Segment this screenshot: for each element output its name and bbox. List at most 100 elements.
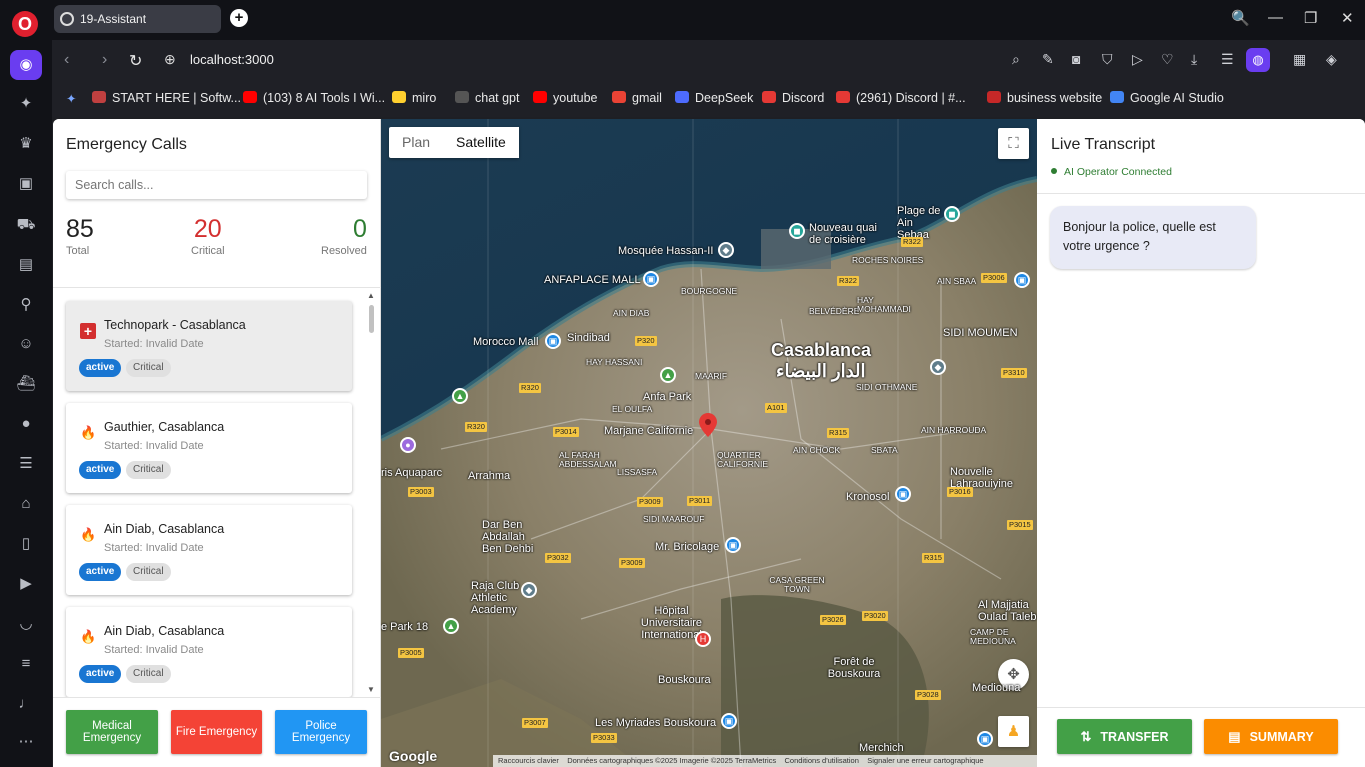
bookmark-item[interactable]: miro <box>392 91 436 105</box>
shopping-pin-icon[interactable]: ▣ <box>1014 272 1030 288</box>
bookmark-item[interactable]: chat gpt <box>455 91 519 105</box>
people-icon[interactable]: ☺ <box>10 329 42 359</box>
bowl-icon[interactable]: ◡ <box>10 609 42 639</box>
cube-icon[interactable]: ◈ <box>1326 51 1337 68</box>
pegman-icon[interactable]: ♟ <box>998 716 1029 747</box>
search-tabs-icon[interactable]: 🔍 <box>1231 9 1250 27</box>
bag-icon[interactable]: ▣ <box>10 169 42 199</box>
sparkle-icon[interactable]: ✦ <box>66 91 76 106</box>
list-icon[interactable]: ≡ <box>10 649 42 679</box>
file-icon[interactable]: ▯ <box>10 529 42 559</box>
site-info-icon[interactable]: ⊕ <box>164 51 176 68</box>
fire-emergency-button[interactable]: Fire Emergency <box>171 710 262 754</box>
report-error-link[interactable]: Signaler une erreur cartographique <box>867 756 983 765</box>
park-pin-icon[interactable]: ▲ <box>660 367 676 383</box>
police-emergency-button[interactable]: Police Emergency <box>275 710 367 754</box>
road-shield: R320 <box>465 422 487 432</box>
attraction-pin-icon[interactable]: ● <box>400 437 416 453</box>
landmark-pin-icon[interactable]: ◆ <box>930 359 946 375</box>
keyboard-shortcuts-link[interactable]: Raccourcis clavier <box>498 756 559 765</box>
incident-marker-icon[interactable] <box>699 413 717 437</box>
sport-pin-icon[interactable]: ◆ <box>521 582 537 598</box>
bookmark-item[interactable]: (2961) Discord | #... <box>836 91 966 105</box>
satellite-tab[interactable]: Satellite <box>443 127 519 158</box>
bookmark-item[interactable]: business website <box>987 91 1102 105</box>
browser-tab[interactable]: 19-Assistant <box>54 5 221 33</box>
shopping-pin-icon[interactable]: ▣ <box>721 713 737 729</box>
shopping-pin-icon[interactable]: ▣ <box>977 731 993 747</box>
mic-icon[interactable]: ♩ <box>10 689 42 719</box>
plan-tab[interactable]: Plan <box>389 127 443 158</box>
shield-icon[interactable]: ⛉ <box>1102 51 1113 68</box>
new-tab-button[interactable]: + <box>230 9 248 27</box>
call-card[interactable]: 🔥 Ain Diab, Casablanca Started: Invalid … <box>66 607 352 697</box>
bookmark-item[interactable]: DeepSeek <box>675 91 753 105</box>
shopping-pin-icon[interactable]: ▣ <box>725 537 741 553</box>
hospital-pin-icon[interactable]: H <box>695 631 711 647</box>
document-icon[interactable]: ☰ <box>10 449 42 479</box>
map-label-ain-chock: AIN CHOCK <box>793 445 841 455</box>
aria-icon[interactable]: ◉ <box>10 50 42 80</box>
shopping-pin-icon[interactable]: ▣ <box>895 486 911 502</box>
crown-icon[interactable]: ♛ <box>10 129 42 159</box>
extension-k-icon[interactable]: ▦ <box>1293 51 1306 68</box>
scroll-thumb[interactable] <box>369 305 374 333</box>
play-icon[interactable]: ▷ <box>1132 51 1143 68</box>
profile-icon[interactable]: ◍ <box>1246 48 1270 72</box>
car-icon[interactable]: ⛟ <box>10 210 42 240</box>
camera-icon[interactable]: ◙ <box>1072 51 1080 67</box>
medical-emergency-button[interactable]: Medical Emergency <box>66 710 158 754</box>
maximize-icon[interactable]: ❐ <box>1304 9 1317 27</box>
stat-total-value: 85 <box>66 215 94 243</box>
beach-pin-icon[interactable]: ◼ <box>944 206 960 222</box>
back-icon[interactable]: ‹ <box>64 51 69 69</box>
port-pin-icon[interactable]: ◼ <box>789 223 805 239</box>
forward-icon[interactable]: › <box>102 51 107 69</box>
call-card[interactable]: + Technopark - Casablanca Started: Inval… <box>66 301 352 391</box>
ball-icon[interactable]: ● <box>10 409 42 439</box>
transfer-label: TRANSFER <box>1100 729 1169 744</box>
bookmark-item[interactable]: START HERE | Softw... <box>92 91 241 105</box>
transfer-button[interactable]: ⇅ TRANSFER <box>1057 719 1192 754</box>
chart-icon[interactable]: ▤ <box>10 250 42 280</box>
ship-icon[interactable]: ⛴ <box>10 369 42 399</box>
more-icon[interactable]: ⋯ <box>10 727 42 757</box>
fullscreen-icon[interactable]: ⛶ <box>998 128 1029 159</box>
mosque-pin-icon[interactable]: ◆ <box>718 242 734 258</box>
bookmark-item[interactable]: gmail <box>612 91 662 105</box>
scroll-up-icon[interactable]: ▲ <box>367 291 375 300</box>
close-icon[interactable]: ✕ <box>1341 9 1354 27</box>
terms-link[interactable]: Conditions d'utilisation <box>785 756 859 765</box>
video-icon[interactable]: ▶ <box>10 569 42 599</box>
bookmark-item[interactable]: Discord <box>762 91 824 105</box>
road-shield: P3028 <box>915 690 941 700</box>
call-card[interactable]: 🔥 Gauthier, Casablanca Started: Invalid … <box>66 403 352 493</box>
park-pin-icon[interactable]: ▲ <box>443 618 459 634</box>
bike-icon[interactable]: ⚲ <box>10 290 42 320</box>
call-card[interactable]: 🔥 Ain Diab, Casablanca Started: Invalid … <box>66 505 352 595</box>
bookmark-item[interactable]: Google AI Studio <box>1110 91 1224 105</box>
edit-icon[interactable]: ✎ <box>1042 51 1054 68</box>
extension-icon[interactable]: ✦ <box>10 89 42 119</box>
reload-icon[interactable]: ↻ <box>129 51 142 71</box>
opera-logo-icon[interactable]: O <box>12 11 38 37</box>
home-icon[interactable]: ⌂ <box>10 489 42 519</box>
url-field[interactable]: localhost:3000 <box>190 52 274 67</box>
heart-icon[interactable]: ♡ <box>1161 51 1174 68</box>
lens-icon[interactable]: ⌕ <box>1012 51 1020 68</box>
bookmark-item[interactable]: youtube <box>533 91 597 105</box>
map-label-sidi-maarouf: SIDI MAAROUF <box>643 514 705 524</box>
park-pin-icon[interactable]: ▲ <box>452 388 468 404</box>
bookmark-item[interactable]: (103) 8 AI Tools I Wi... <box>243 91 385 105</box>
call-list-scrollbar[interactable]: ▲ ▼ <box>367 291 376 695</box>
shopping-pin-icon[interactable]: ▣ <box>643 271 659 287</box>
minimize-icon[interactable]: — <box>1268 9 1283 26</box>
map-view[interactable]: Plan Satellite ⛶ ✥ ♟ Casablanca الدار ال… <box>381 119 1037 767</box>
search-input[interactable] <box>66 171 367 199</box>
scroll-down-icon[interactable]: ▼ <box>367 685 375 694</box>
menu-icon[interactable]: ☰ <box>1221 51 1234 68</box>
map-label-hay-mohammadi: HAY MOHAMMADI <box>857 295 911 314</box>
download-icon[interactable]: ⤓ <box>1191 51 1197 68</box>
shopping-pin-icon[interactable]: ▣ <box>545 333 561 349</box>
summary-button[interactable]: ▤ SUMMARY <box>1204 719 1338 754</box>
